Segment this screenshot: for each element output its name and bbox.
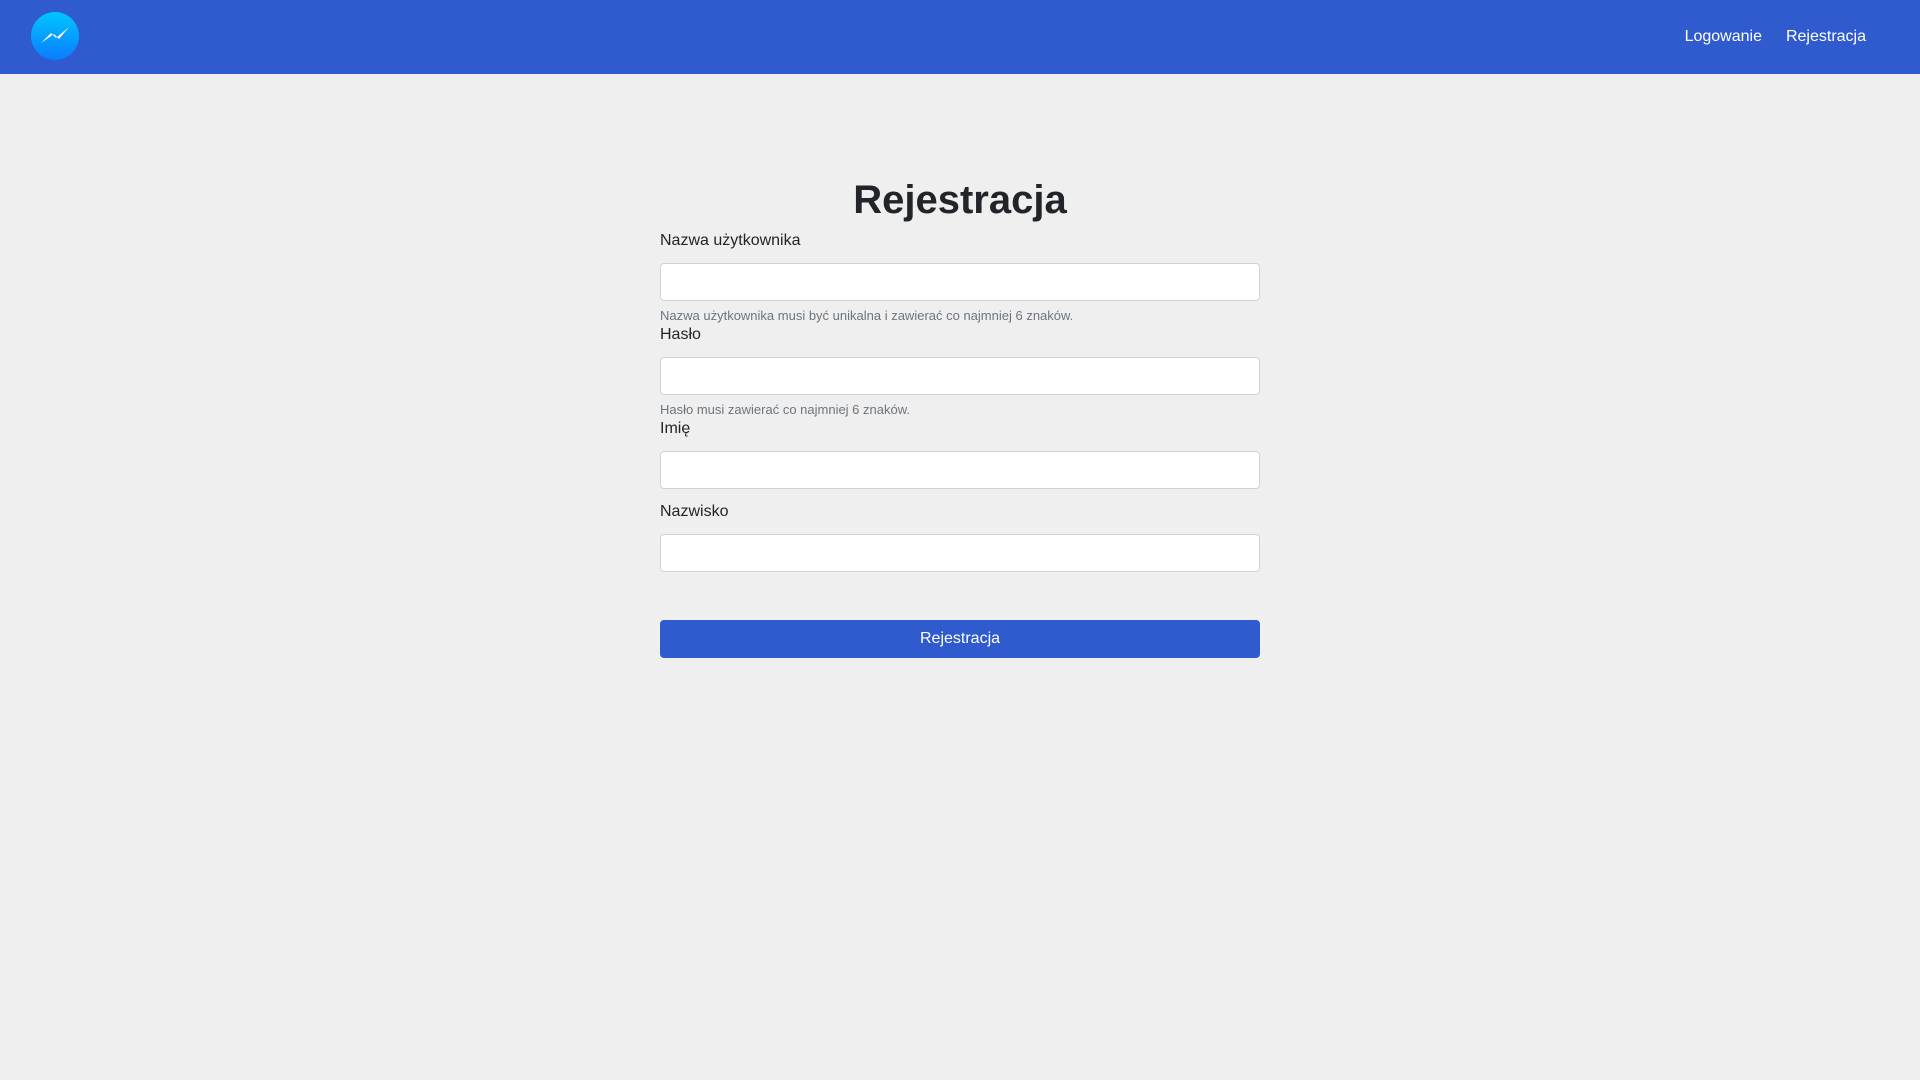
username-input[interactable] <box>660 263 1260 301</box>
nav-link-login[interactable]: Logowanie <box>1685 28 1762 46</box>
first-name-label: Imię <box>660 420 691 437</box>
username-label: Nazwa użytkownika <box>660 232 801 249</box>
messenger-logo-icon[interactable] <box>31 12 79 60</box>
navbar: Logowanie Rejestracja <box>0 0 1920 74</box>
registration-form: Rejestracja Nazwa użytkownika Nazwa użyt… <box>660 170 1260 658</box>
password-help-text: Hasło musi zawierać co najmniej 6 znaków… <box>660 402 910 417</box>
nav-link-register[interactable]: Rejestracja <box>1786 28 1866 46</box>
register-button[interactable]: Rejestracja <box>660 620 1260 658</box>
page-title: Rejestracja <box>853 178 1067 222</box>
password-label: Hasło <box>660 326 701 343</box>
last-name-label: Nazwisko <box>660 503 729 520</box>
last-name-input[interactable] <box>660 534 1260 572</box>
nav-links: Logowanie Rejestracja <box>1661 0 1866 74</box>
password-input[interactable] <box>660 357 1260 395</box>
username-help-text: Nazwa użytkownika musi być unikalna i za… <box>660 308 1074 323</box>
first-name-input[interactable] <box>660 451 1260 489</box>
